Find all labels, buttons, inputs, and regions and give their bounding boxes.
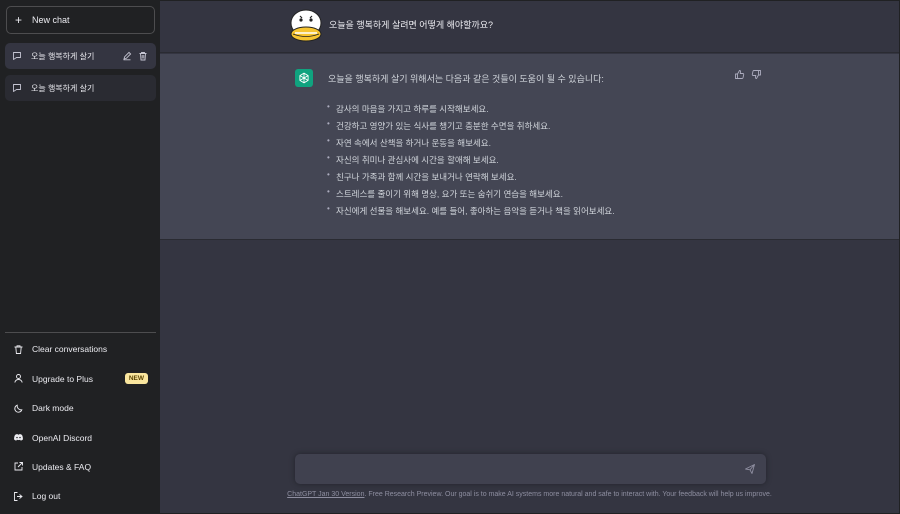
- discord-icon: [13, 432, 24, 443]
- user-icon: [13, 373, 24, 384]
- trash-icon: [13, 344, 24, 355]
- sidebar-bottom-menu: Clear conversations Upgrade to Plus NEW …: [5, 331, 156, 511]
- edit-icon[interactable]: [122, 51, 133, 62]
- app-window: + New chat 오늘 행복하게 살기 오늘 행복하게 살기 Clear c…: [0, 0, 900, 514]
- thumbs-up-icon[interactable]: [734, 69, 745, 80]
- plus-icon: +: [15, 13, 23, 27]
- updates-faq-label: Updates & FAQ: [32, 461, 92, 472]
- assistant-list: 감사의 마음을 가지고 하루를 시작해보세요. 건강하고 영양가 있는 식사를 …: [327, 102, 708, 222]
- updates-faq-link[interactable]: Updates & FAQ: [5, 452, 156, 481]
- version-link[interactable]: ChatGPT Jan 30 Version: [287, 491, 364, 498]
- chatgpt-logo-icon: [295, 69, 313, 87]
- dark-mode-button[interactable]: Dark mode: [5, 393, 156, 422]
- logout-icon: [13, 491, 24, 502]
- conversation-title: 오늘 행복하게 살기: [31, 83, 95, 93]
- send-icon[interactable]: [744, 463, 756, 475]
- sidebar: + New chat 오늘 행복하게 살기 오늘 행복하게 살기 Clear c…: [1, 1, 160, 514]
- conversation-item-active[interactable]: 오늘 행복하게 살기: [5, 43, 156, 69]
- conversation-item[interactable]: 오늘 행복하게 살기: [5, 75, 156, 101]
- user-message-text: 오늘을 행복하게 살려면 어떻게 해야할까요?: [329, 20, 494, 30]
- list-item: 자신의 취미나 관심사에 시간을 할애해 보세요.: [327, 153, 708, 171]
- log-out-label: Log out: [32, 491, 61, 502]
- list-item: 감사의 마음을 가지고 하루를 시작해보세요.: [327, 102, 708, 120]
- new-badge: NEW: [124, 373, 148, 385]
- assistant-message-content: 오늘을 행복하게 살기 위해서는 다음과 같은 것들이 도움이 될 수 있습니다…: [327, 72, 708, 222]
- new-chat-label: New chat: [32, 15, 70, 25]
- upgrade-to-plus-label: Upgrade to Plus: [32, 373, 93, 384]
- message-input[interactable]: [305, 462, 725, 478]
- openai-discord-label: OpenAI Discord: [32, 432, 92, 443]
- chat-main: 오늘을 행복하게 살려면 어떻게 해야할까요? 오늘을 행복하게 살기 위해서는…: [160, 1, 899, 513]
- list-item: 건강하고 영양가 있는 식사를 챙기고 충분한 수면을 취하세요.: [327, 119, 708, 137]
- assistant-message-row: 오늘을 행복하게 살기 위해서는 다음과 같은 것들이 도움이 될 수 있습니다…: [160, 54, 899, 240]
- chat-bubble-icon: [12, 83, 24, 93]
- openai-discord-link[interactable]: OpenAI Discord: [5, 423, 156, 452]
- external-link-icon: [13, 461, 24, 472]
- list-item: 스트레스를 줄이기 위해 명상, 요가 또는 숨쉬기 연습을 해보세요.: [327, 187, 708, 205]
- user-avatar: [287, 8, 325, 46]
- log-out-button[interactable]: Log out: [5, 482, 156, 511]
- list-item: 자연 속에서 산책을 하거나 운동을 해보세요.: [327, 136, 708, 154]
- assistant-intro-text: 오늘을 행복하게 살기 위해서는 다음과 같은 것들이 도움이 될 수 있습니다…: [328, 74, 604, 84]
- list-item: 자신에게 선물을 해보세요. 예를 들어, 좋아하는 음악을 듣거나 책을 읽어…: [327, 204, 708, 222]
- feedback-buttons: [734, 69, 762, 80]
- moon-icon: [13, 403, 24, 414]
- chat-bubble-icon: [12, 51, 24, 61]
- clear-conversations-label: Clear conversations: [32, 344, 108, 355]
- dark-mode-label: Dark mode: [32, 403, 74, 414]
- upgrade-to-plus-button[interactable]: Upgrade to Plus NEW: [5, 364, 156, 393]
- message-composer: [295, 454, 766, 484]
- new-chat-button[interactable]: + New chat: [6, 6, 155, 34]
- list-item: 친구나 가족과 함께 시간을 보내거나 연락해 보세요.: [327, 170, 708, 188]
- conversation-title: 오늘 행복하게 살기: [31, 51, 95, 61]
- thumbs-down-icon[interactable]: [751, 69, 762, 80]
- delete-icon[interactable]: [138, 51, 149, 62]
- user-message-row: 오늘을 행복하게 살려면 어떻게 해야할까요?: [160, 1, 899, 53]
- footer-text: . Free Research Preview. Our goal is to …: [364, 491, 772, 498]
- footer-disclaimer: ChatGPT Jan 30 Version. Free Research Pr…: [160, 491, 899, 498]
- clear-conversations-button[interactable]: Clear conversations: [5, 335, 156, 364]
